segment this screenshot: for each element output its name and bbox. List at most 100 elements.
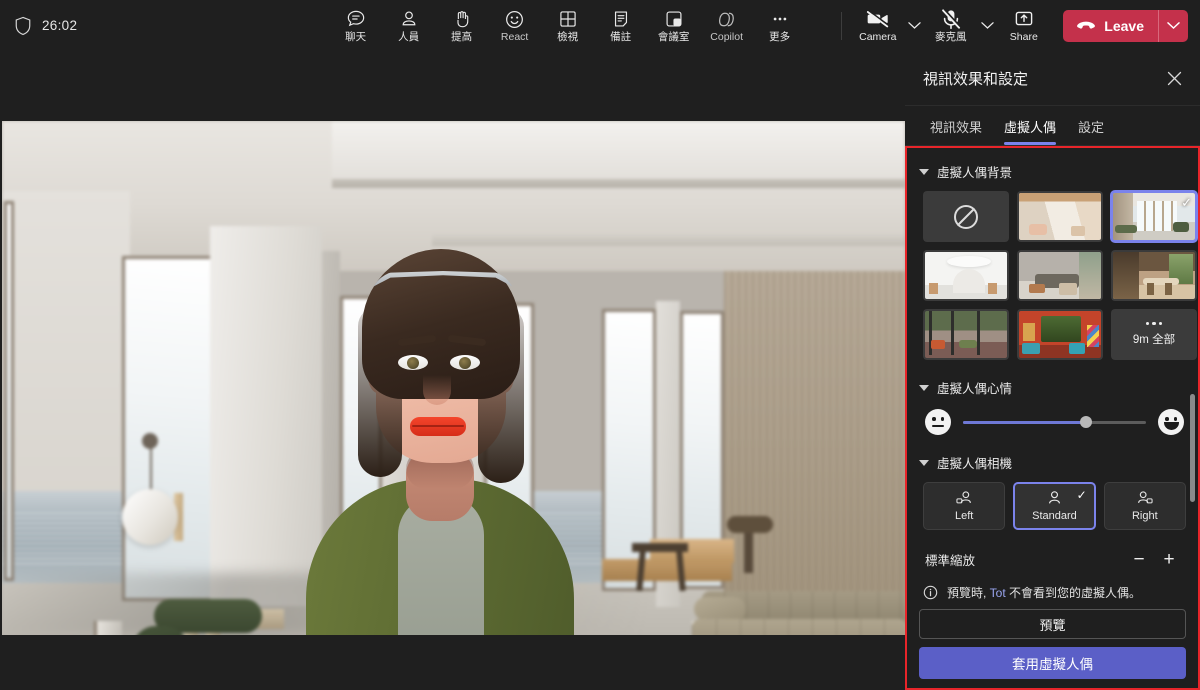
bg-tile-glass-patio[interactable] (923, 309, 1009, 360)
close-icon[interactable] (1158, 62, 1190, 94)
bg-tile-wooden-loft[interactable] (1017, 191, 1103, 242)
meeting-stage (0, 51, 905, 690)
toolbar-react-label: React (501, 32, 528, 43)
chat-icon (346, 8, 366, 30)
toolbar-copilot-label: Copilot (710, 32, 743, 43)
toolbar-view-button[interactable]: 檢視 (542, 1, 593, 50)
zoom-out-button[interactable]: − (1124, 544, 1154, 574)
avatar-mood-slider-row (925, 409, 1184, 435)
raise-hand-icon (452, 8, 472, 30)
mic-options-chevron-down-icon[interactable] (976, 1, 998, 50)
section-avatar-camera-header[interactable]: 虛擬人偶相機 (919, 453, 1186, 472)
meeting-timer: 26:02 (42, 18, 77, 33)
panel-body-highlighted: 虛擬人偶背景 ✓ (905, 146, 1200, 690)
copilot-icon (716, 8, 737, 30)
leave-group: Leave (1063, 10, 1188, 42)
chevron-down-icon (919, 460, 929, 466)
tab-settings[interactable]: 設定 (1069, 117, 1113, 145)
bg-tile-red-colorful-room[interactable] (1017, 309, 1103, 360)
avatar-mood-slider-thumb[interactable] (1080, 416, 1092, 428)
happy-face-icon (1158, 409, 1184, 435)
preview-info-suffix: 不會看到您的虛擬人偶。 (1006, 586, 1141, 600)
toolbar-raise-hand-button[interactable]: 提高 (436, 1, 487, 50)
toolbar-raise-hand-label: 提高 (451, 32, 472, 43)
bg-tile-none[interactable] (923, 191, 1009, 242)
meeting-toolbar: 26:02 聊天 人員 提高 React (0, 0, 1200, 51)
mic-control-group: 麥克風 (925, 1, 998, 50)
camera-option-left-label: Left (955, 510, 973, 522)
see-all-label: 9m 全部 (1133, 331, 1175, 347)
tab-video-effects[interactable]: 視訊效果 (921, 117, 991, 145)
toolbar-react-button[interactable]: React (489, 1, 540, 50)
toolbar-rooms-button[interactable]: 會議室 (648, 1, 699, 50)
toolbar-more-label: 更多 (769, 32, 790, 43)
toolbar-chat-label: 聊天 (345, 32, 366, 43)
avatar-mood-slider[interactable] (963, 421, 1146, 424)
mic-off-icon (941, 8, 961, 30)
people-icon (399, 8, 419, 30)
avatar-video-tile[interactable] (2, 121, 905, 635)
section-avatar-mood-header[interactable]: 虛擬人偶心情 (919, 378, 1186, 397)
camera-option-right[interactable]: Right (1104, 482, 1186, 530)
view-grid-icon (558, 8, 578, 30)
toolbar-copilot-button[interactable]: Copilot (701, 1, 752, 50)
avatar-figure (270, 179, 610, 635)
preview-button[interactable]: 預覽 (919, 609, 1186, 639)
react-icon (504, 8, 525, 30)
camera-option-standard[interactable]: Standard ✓ (1013, 482, 1095, 530)
camera-toggle-button[interactable]: Camera (852, 1, 903, 50)
zoom-in-button[interactable]: + (1154, 544, 1184, 574)
rooms-icon (664, 8, 684, 30)
leave-button[interactable]: Leave (1063, 10, 1158, 42)
check-icon: ✓ (1181, 195, 1192, 211)
mic-toggle-button[interactable]: 麥克風 (925, 1, 976, 50)
toolbar-rooms-label: 會議室 (658, 32, 690, 43)
panel-scrollbar-thumb[interactable] (1190, 394, 1195, 502)
share-label: Share (1010, 32, 1038, 43)
bg-tile-ocean-lounge[interactable]: ✓ (1111, 191, 1197, 242)
avatar-zoom-label: 標準縮放 (925, 550, 1124, 569)
mic-label: 麥克風 (935, 32, 967, 43)
avatar-zoom-row: 標準縮放 − + (925, 544, 1184, 574)
apply-avatar-button[interactable]: 套用虛擬人偶 (919, 647, 1186, 679)
camera-label: Camera (859, 32, 896, 43)
preview-info-name: Tot (990, 586, 1006, 600)
share-button[interactable]: Share (998, 1, 1049, 50)
hangup-icon (1076, 20, 1096, 32)
check-icon: ✓ (1077, 488, 1087, 502)
panel-title: 視訊效果和設定 (923, 68, 1158, 89)
camera-off-icon (866, 8, 890, 30)
camera-option-standard-label: Standard (1032, 510, 1077, 522)
more-icon (770, 8, 790, 30)
toolbar-people-button[interactable]: 人員 (383, 1, 434, 50)
notes-icon (611, 8, 631, 30)
section-avatar-mood-title: 虛擬人偶心情 (937, 378, 1012, 397)
avatar-background-grid: ✓ (923, 191, 1186, 360)
preview-info-prefix: 預覽時, (947, 586, 990, 600)
toolbar-view-label: 檢視 (557, 32, 578, 43)
toolbar-chat-button[interactable]: 聊天 (330, 1, 381, 50)
info-icon (923, 585, 938, 600)
section-avatar-background-title: 虛擬人偶背景 (937, 162, 1012, 181)
toolbar-more-button[interactable]: 更多 (754, 1, 805, 50)
toolbar-notes-button[interactable]: 備註 (595, 1, 646, 50)
avatar-mood-slider-fill (963, 421, 1086, 424)
leave-options-chevron-down-icon[interactable] (1158, 10, 1188, 42)
camera-options-chevron-down-icon[interactable] (903, 1, 925, 50)
preview-info-text: 預覽時, Tot 不會看到您的虛擬人偶。 (947, 584, 1141, 601)
panel-tabs: 視訊效果 虛擬人偶 設定 (905, 106, 1200, 146)
toolbar-people-label: 人員 (398, 32, 419, 43)
camera-option-left[interactable]: Left (923, 482, 1005, 530)
section-avatar-background-header[interactable]: 虛擬人偶背景 (919, 162, 1186, 181)
tab-avatar[interactable]: 虛擬人偶 (995, 117, 1065, 145)
bg-tile-grey-living-room[interactable] (1017, 250, 1103, 301)
leave-label: Leave (1104, 18, 1144, 34)
toolbar-center-group: 聊天 人員 提高 React 檢視 (300, 1, 835, 50)
camera-control-group: Camera (852, 1, 925, 50)
bg-tile-warm-dining-room[interactable] (1111, 250, 1197, 301)
bg-tile-see-all[interactable]: 9m 全部 (1111, 309, 1197, 360)
panel-header: 視訊效果和設定 (905, 51, 1200, 106)
person-left-icon (955, 490, 974, 507)
bg-tile-white-gallery[interactable] (923, 250, 1009, 301)
toolbar-right-group: Camera 麥克風 Share (835, 1, 1200, 50)
